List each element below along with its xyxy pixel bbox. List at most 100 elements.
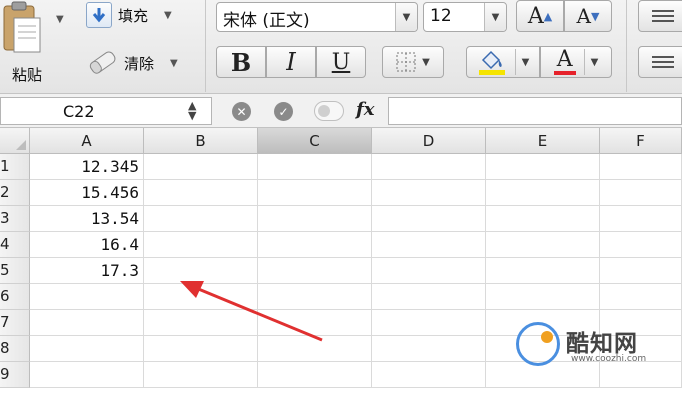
underline-button[interactable]: U bbox=[316, 46, 366, 78]
clear-label: 清除 bbox=[124, 54, 155, 73]
select-all-corner[interactable] bbox=[0, 128, 30, 154]
cell-a7[interactable] bbox=[30, 310, 144, 336]
row-header-2[interactable]: 2 bbox=[0, 180, 30, 206]
cell-e4[interactable] bbox=[486, 232, 600, 258]
cancel-icon[interactable]: ✕ bbox=[232, 102, 251, 121]
formula-input[interactable] bbox=[388, 97, 682, 125]
cell-e2[interactable] bbox=[486, 180, 600, 206]
chevron-down-icon[interactable]: ▼ bbox=[422, 57, 430, 68]
name-box[interactable]: C22 bbox=[0, 97, 212, 125]
cell-f2[interactable] bbox=[600, 180, 682, 206]
cell-c3[interactable] bbox=[258, 206, 372, 232]
cell-d6[interactable] bbox=[372, 284, 486, 310]
cell-e3[interactable] bbox=[486, 206, 600, 232]
confirm-icon[interactable]: ✓ bbox=[274, 102, 293, 121]
cell-b9[interactable] bbox=[144, 362, 258, 388]
cell-d3[interactable] bbox=[372, 206, 486, 232]
row-header-1[interactable]: 1 bbox=[0, 154, 30, 180]
cell-b3[interactable] bbox=[144, 206, 258, 232]
cell-f1[interactable] bbox=[600, 154, 682, 180]
cell-b1[interactable] bbox=[144, 154, 258, 180]
row-header-9[interactable]: 9 bbox=[0, 362, 30, 388]
font-color-button[interactable]: A ▼ bbox=[540, 46, 612, 78]
chevron-down-icon[interactable]: ▼ bbox=[395, 3, 417, 31]
cell-c9[interactable] bbox=[258, 362, 372, 388]
cell-a8[interactable] bbox=[30, 336, 144, 362]
fill-dropdown-arrow[interactable]: ▼ bbox=[164, 10, 172, 21]
cell-c2[interactable] bbox=[258, 180, 372, 206]
chevron-down-icon[interactable]: ▼ bbox=[514, 49, 529, 75]
cell-d1[interactable] bbox=[372, 154, 486, 180]
row-header-5[interactable]: 5 bbox=[0, 258, 30, 284]
increase-font-size-button[interactable]: A ▲ bbox=[516, 0, 564, 32]
cell-c5[interactable] bbox=[258, 258, 372, 284]
font-name-select[interactable]: 宋体 (正文) ▼ bbox=[216, 2, 418, 32]
cell-b5[interactable] bbox=[144, 258, 258, 284]
align-top-button[interactable] bbox=[638, 0, 682, 32]
cell-f3[interactable] bbox=[600, 206, 682, 232]
column-header-f[interactable]: F bbox=[600, 128, 682, 154]
column-header-c[interactable]: C bbox=[258, 128, 372, 154]
font-size-select[interactable]: 12 ▼ bbox=[423, 2, 507, 32]
row-header-6[interactable]: 6 bbox=[0, 284, 30, 310]
cell-d2[interactable] bbox=[372, 180, 486, 206]
chevron-down-icon[interactable]: ▼ bbox=[484, 3, 506, 31]
cell-b2[interactable] bbox=[144, 180, 258, 206]
cell-a4[interactable]: 16.4 bbox=[30, 232, 144, 258]
cell-b4[interactable] bbox=[144, 232, 258, 258]
insert-function-icon[interactable]: fx bbox=[356, 99, 374, 120]
cell-f4[interactable] bbox=[600, 232, 682, 258]
cell-f9[interactable] bbox=[600, 362, 682, 388]
column-header-e[interactable]: E bbox=[486, 128, 600, 154]
clear-button[interactable]: 清除 ▼ bbox=[86, 50, 178, 76]
cell-d5[interactable] bbox=[372, 258, 486, 284]
italic-button[interactable]: I bbox=[266, 46, 316, 78]
fill-button[interactable]: 填充 ▼ bbox=[86, 2, 172, 28]
clear-dropdown-arrow[interactable]: ▼ bbox=[170, 58, 178, 69]
cell-e1[interactable] bbox=[486, 154, 600, 180]
cell-a1[interactable]: 12.345 bbox=[30, 154, 144, 180]
cell-c8[interactable] bbox=[258, 336, 372, 362]
cell-e5[interactable] bbox=[486, 258, 600, 284]
row-header-4[interactable]: 4 bbox=[0, 232, 30, 258]
cell-e6[interactable] bbox=[486, 284, 600, 310]
cell-b7[interactable] bbox=[144, 310, 258, 336]
stepper-arrows-icon[interactable]: ▲ ▼ bbox=[188, 100, 196, 121]
cell-d7[interactable] bbox=[372, 310, 486, 336]
cell-d8[interactable] bbox=[372, 336, 486, 362]
align-left-button[interactable] bbox=[638, 46, 682, 78]
cell-a9[interactable] bbox=[30, 362, 144, 388]
borders-button[interactable]: ▼ bbox=[382, 46, 444, 78]
cell-a6[interactable] bbox=[30, 284, 144, 310]
function-toggle[interactable] bbox=[314, 101, 344, 121]
cell-a5[interactable]: 17.3 bbox=[30, 258, 144, 284]
cell-c7[interactable] bbox=[258, 310, 372, 336]
paste-label[interactable]: 粘贴 bbox=[12, 64, 42, 85]
column-header-b[interactable]: B bbox=[144, 128, 258, 154]
cell-c4[interactable] bbox=[258, 232, 372, 258]
cell-e9[interactable] bbox=[486, 362, 600, 388]
cell-c6[interactable] bbox=[258, 284, 372, 310]
row-header-8[interactable]: 8 bbox=[0, 336, 30, 362]
cell-d9[interactable] bbox=[372, 362, 486, 388]
cell-b8[interactable] bbox=[144, 336, 258, 362]
bold-button[interactable]: B bbox=[216, 46, 266, 78]
column-header-a[interactable]: A bbox=[30, 128, 144, 154]
cell-a2[interactable]: 15.456 bbox=[30, 180, 144, 206]
row-header-7[interactable]: 7 bbox=[0, 310, 30, 336]
column-header-d[interactable]: D bbox=[372, 128, 486, 154]
cell-c1[interactable] bbox=[258, 154, 372, 180]
borders-icon bbox=[396, 52, 416, 72]
fill-color-button[interactable]: ▼ bbox=[466, 46, 540, 78]
cell-b6[interactable] bbox=[144, 284, 258, 310]
cell-f6[interactable] bbox=[600, 284, 682, 310]
row-header-3[interactable]: 3 bbox=[0, 206, 30, 232]
paste-icon[interactable] bbox=[0, 0, 48, 58]
watermark-url: www.coozhi.com bbox=[571, 354, 647, 364]
cell-f5[interactable] bbox=[600, 258, 682, 284]
decrease-font-size-button[interactable]: A ▼ bbox=[564, 0, 612, 32]
paste-dropdown-arrow[interactable]: ▼ bbox=[56, 14, 64, 25]
chevron-down-icon[interactable]: ▼ bbox=[583, 49, 598, 75]
cell-d4[interactable] bbox=[372, 232, 486, 258]
cell-a3[interactable]: 13.54 bbox=[30, 206, 144, 232]
